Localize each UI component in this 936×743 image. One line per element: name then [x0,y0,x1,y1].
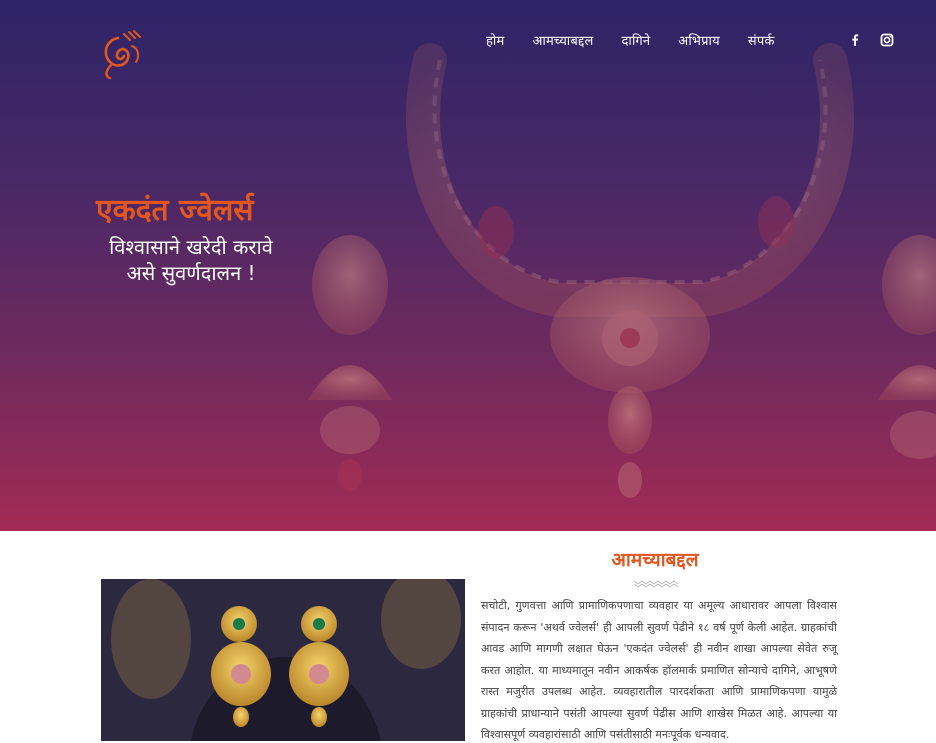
nav-item-about[interactable]: आमच्याबद्दल [532,31,593,49]
hero-title: एकदंत ज्वेलर्स [96,193,254,228]
nav-item-contact[interactable]: संपर्क [748,31,775,49]
nav-item-home[interactable]: होम [486,31,504,49]
facebook-icon[interactable] [848,33,862,47]
about-heading: आमच्याबद्दल [611,549,699,571]
hero-subtitle-line1: विश्वासाने खरेदी करावे [109,235,273,259]
social-links [848,33,894,47]
hero-subtitle: विश्वासाने खरेदी करावे असे सुवर्णदालन ! [96,234,286,286]
about-description: सचोटी, गुणवत्ता आणि प्रामाणिकपणाचा व्यवह… [481,599,837,741]
hero-banner: होम आमच्याबद्दल दागिने अभिप्राय संपर्क ए… [0,0,936,531]
instagram-icon[interactable] [880,33,894,47]
earrings-photo [101,579,465,741]
ganesha-logo-icon[interactable] [96,28,146,80]
wave-divider-icon [634,580,679,588]
hero-subtitle-line2: असे सुवर्णदालन ! [126,261,256,285]
nav-item-jewellery[interactable]: दागिने [622,31,651,49]
nav-item-testimonials[interactable]: अभिप्राय [678,31,720,49]
main-navigation: होम आमच्याबद्दल दागिने अभिप्राय संपर्क [486,31,803,49]
earrings-illustration [101,579,465,741]
